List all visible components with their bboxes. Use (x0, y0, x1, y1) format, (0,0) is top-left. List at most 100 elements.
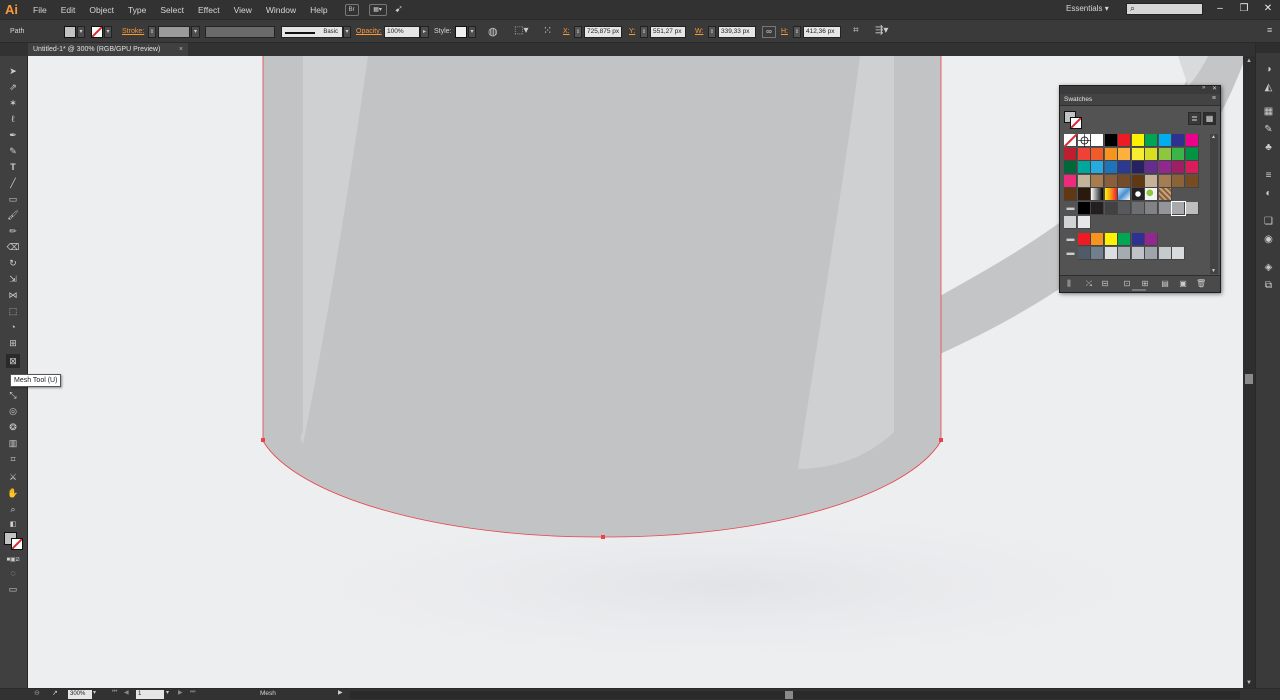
horizontal-scroll-thumb[interactable] (785, 691, 793, 699)
x-stepper[interactable]: ⇕ (574, 26, 582, 38)
opacity-field[interactable]: 100% (384, 26, 420, 38)
swatch[interactable] (1131, 147, 1145, 161)
new-swatch-icon[interactable]: ▣ (1178, 279, 1188, 289)
artboard-nav-icon[interactable]: ↗ (52, 689, 58, 697)
y-label[interactable]: Y: (629, 28, 635, 35)
swatch[interactable] (1077, 188, 1091, 201)
menu-edit[interactable]: Edit (54, 5, 83, 15)
swatch[interactable] (1145, 134, 1158, 147)
swatch[interactable] (1145, 188, 1158, 201)
panel-grip[interactable]: » ✕ (1060, 85, 1220, 94)
swatch[interactable] (1064, 216, 1077, 229)
line-tool-icon[interactable]: ╱ (6, 176, 20, 190)
first-artboard-icon[interactable]: ⏮ (112, 689, 117, 696)
w-field[interactable]: 339,33 px (718, 26, 756, 38)
swatch[interactable] (1145, 174, 1158, 188)
panel-menu-icon[interactable]: ≡ (1267, 25, 1272, 35)
swatch[interactable] (1077, 134, 1091, 147)
screen-mode-icon[interactable]: ▭ (6, 582, 20, 596)
swatch[interactable] (1158, 174, 1172, 188)
swatch[interactable] (1131, 161, 1145, 174)
variable-width-profile[interactable] (205, 26, 275, 38)
scroll-down-icon[interactable]: ▼ (1211, 268, 1216, 274)
swatch[interactable] (1118, 188, 1131, 201)
swatch[interactable] (1104, 134, 1118, 147)
color-group-folder-icon[interactable]: ▬ (1064, 202, 1077, 214)
status-menu-icon[interactable]: ▶ (338, 689, 343, 696)
color-group-folder-icon[interactable]: ▬ (1064, 233, 1077, 245)
swatch[interactable] (1091, 188, 1104, 201)
artboard-number-field[interactable]: 1 (136, 690, 164, 699)
swatch[interactable] (1077, 216, 1091, 229)
swatches-scrollbar[interactable]: ▲ ▼ (1210, 134, 1218, 274)
stroke-label[interactable]: Stroke: (122, 28, 144, 35)
slice-tool-icon[interactable]: ⚔ (6, 470, 20, 484)
symbols-panel-icon[interactable]: ♣ (1262, 141, 1275, 154)
stroke-dropdown[interactable]: ▾ (104, 26, 112, 38)
swatch[interactable] (1118, 161, 1131, 174)
dock-grip[interactable] (1256, 43, 1280, 53)
previous-artboard-icon[interactable]: ◀ (124, 689, 129, 696)
color-guide-icon[interactable]: ◭ (1262, 81, 1275, 94)
arrange-documents-icon[interactable]: ▦▾ (368, 3, 387, 16)
swatch[interactable] (1118, 147, 1131, 161)
swatch[interactable] (1185, 134, 1199, 147)
gpu-performance-icon[interactable]: ➹ (395, 4, 403, 15)
list-view-icon[interactable]: ≣ (1188, 112, 1201, 125)
menu-help[interactable]: Help (303, 5, 334, 15)
swatch[interactable] (1077, 147, 1091, 161)
swatch[interactable] (1118, 247, 1131, 260)
menu-type[interactable]: Type (121, 5, 153, 15)
delete-swatch-icon[interactable]: 🗑 (1196, 279, 1206, 289)
brushes-panel-icon[interactable]: ✎ (1262, 123, 1275, 136)
swatch[interactable] (1158, 188, 1172, 201)
x-label[interactable]: X: (563, 28, 570, 35)
zoom-field[interactable]: 300% (68, 690, 92, 699)
swatch[interactable] (1145, 202, 1158, 215)
y-stepper[interactable]: ⇕ (640, 26, 648, 38)
constrain-proportions-icon[interactable]: ∞ (762, 26, 776, 38)
anchor-point-left[interactable] (261, 438, 265, 442)
stroke-weight-stepper[interactable]: ⇕ (148, 26, 156, 38)
swatch[interactable] (1185, 161, 1199, 174)
swatch[interactable] (1104, 202, 1118, 215)
swatch[interactable] (1145, 161, 1158, 174)
maximize-icon[interactable]: ❐ (1238, 3, 1250, 15)
swatch[interactable] (1077, 202, 1091, 215)
artboard-tool-icon[interactable]: ⌗ (6, 452, 20, 466)
color-mode-icons[interactable]: ■▣⧄ (6, 553, 20, 567)
swatch-options-icon[interactable]: ⊡ (1122, 279, 1132, 289)
shape-builder-tool-icon[interactable]: ◔ (6, 320, 20, 334)
swatch[interactable] (1145, 233, 1158, 246)
swatch[interactable] (1158, 161, 1172, 174)
isolate-object-icon[interactable]: ⇶▾ (875, 25, 888, 36)
scroll-down-icon[interactable]: ▼ (1246, 680, 1252, 686)
anchor-point-right[interactable] (939, 438, 943, 442)
artboard-dropdown-icon[interactable]: ▾ (166, 689, 169, 696)
h-label[interactable]: H: (781, 28, 788, 35)
brush-dropdown[interactable]: ▾ (343, 26, 351, 38)
swatch-libraries-icon[interactable]: ⫼ (1064, 279, 1074, 289)
perspective-grid-tool-icon[interactable]: ⊞ (6, 336, 20, 350)
swatch[interactable] (1104, 161, 1118, 174)
stroke-color-button[interactable] (91, 26, 103, 38)
swatch[interactable] (1104, 147, 1118, 161)
stroke-swatch[interactable] (11, 538, 23, 550)
swatch[interactable] (1064, 147, 1077, 161)
stroke-indicator[interactable] (1070, 117, 1082, 129)
default-colors-icon[interactable]: ◧ ⇄ (6, 518, 20, 542)
style-dropdown[interactable]: ▾ (468, 26, 476, 38)
brush-definition[interactable]: Basic (281, 26, 343, 38)
document-tab[interactable]: Untitled-1* @ 300% (RGB/GPU Preview) × (28, 43, 188, 56)
swatch[interactable] (1077, 247, 1091, 260)
swatch[interactable] (1185, 174, 1199, 188)
vertical-scrollbar[interactable]: ▲ ▼ (1243, 56, 1255, 688)
h-field[interactable]: 412,36 px (803, 26, 841, 38)
curvature-tool-icon[interactable]: ✎ (6, 144, 20, 158)
swatch[interactable] (1091, 174, 1104, 188)
new-group-folder-icon[interactable]: ▤ (1160, 279, 1170, 289)
w-stepper[interactable]: ⇕ (708, 26, 716, 38)
rectangle-tool-icon[interactable]: ▭ (6, 192, 20, 206)
swatch[interactable] (1172, 134, 1185, 147)
swatch[interactable] (1118, 202, 1131, 215)
